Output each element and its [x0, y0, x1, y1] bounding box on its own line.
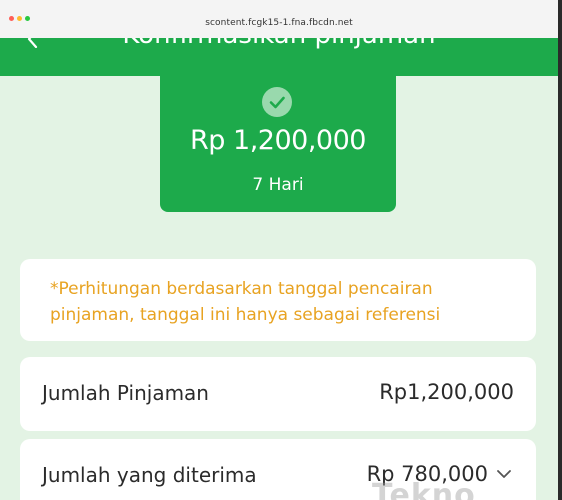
chevron-down-icon[interactable] — [496, 469, 512, 479]
check-circle-icon — [262, 87, 292, 117]
url-text[interactable]: scontent.fcgk15-1.fna.fbcdn.net — [0, 18, 558, 28]
checkmark-icon — [269, 96, 285, 109]
detail-label: Jumlah yang diterima — [42, 463, 257, 487]
watermark: Tekno — [372, 478, 476, 500]
loan-summary-card: Rp 1,200,000 7 Hari — [160, 74, 396, 212]
notice-text: *Perhitungan berdasarkan tanggal pencair… — [50, 279, 441, 325]
browser-url-bar: scontent.fcgk15-1.fna.fbcdn.net — [0, 0, 558, 38]
loan-amount: Rp 1,200,000 — [190, 125, 366, 156]
detail-value: Rp1,200,000 — [379, 380, 514, 404]
loan-duration: 7 Hari — [252, 175, 304, 195]
detail-label: Jumlah Pinjaman — [42, 381, 209, 405]
detail-row-loan-amount: Jumlah Pinjaman Rp1,200,000 — [20, 357, 536, 431]
app-screen: scontent.fcgk15-1.fna.fbcdn.net Konfirma… — [0, 0, 558, 500]
screen-edge — [558, 0, 562, 500]
notice-card: *Perhitungan berdasarkan tanggal pencair… — [20, 259, 536, 341]
